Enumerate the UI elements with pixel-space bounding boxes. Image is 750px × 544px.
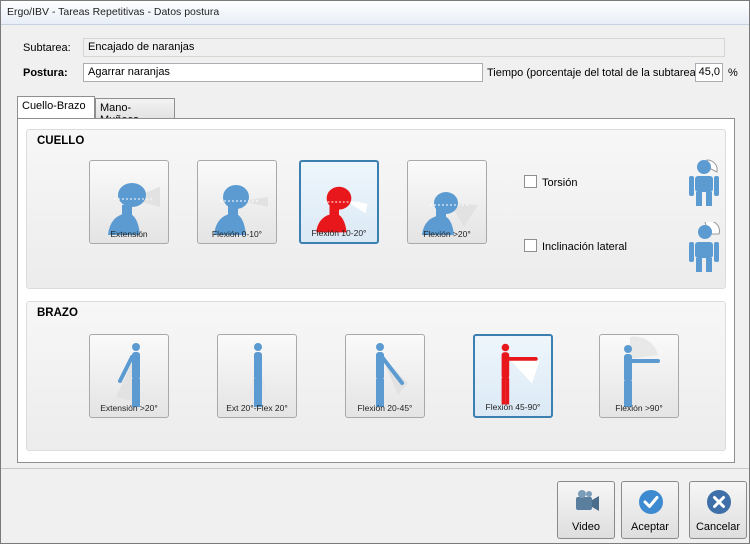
- subtarea-field: Encajado de naranjas: [83, 38, 725, 57]
- arm-extension-over-20-button[interactable]: Extensión >20°: [89, 334, 169, 418]
- cuello-title: CUELLO: [37, 135, 85, 147]
- lateral-tilt-checkbox[interactable]: Inclinación lateral: [524, 239, 627, 253]
- cancel-button-label: Cancelar: [695, 521, 741, 533]
- window-title: Ergo/IBV - Tareas Repetitivas - Datos po…: [7, 6, 220, 18]
- neck-extension-caption: Extensión: [110, 229, 148, 239]
- tab-cuello-brazo[interactable]: Cuello-Brazo: [17, 96, 95, 118]
- arm-flexion-over-90-button[interactable]: Flexión >90°: [599, 334, 679, 418]
- subtarea-label: Subtarea:: [23, 42, 71, 54]
- neck-flexion-10-20-button[interactable]: Flexión 10-20°: [299, 160, 379, 244]
- video-button-label: Video: [572, 521, 600, 533]
- footer-divider: [1, 468, 749, 469]
- neck-flexion-10-20-caption: Flexión 10-20°: [311, 228, 367, 238]
- arm-flexion-20-45-button[interactable]: Flexión 20-45°: [345, 334, 425, 418]
- postura-label: Postura:: [23, 67, 68, 79]
- checkmark-icon: [639, 490, 663, 514]
- arm-flexion-45-90-caption: Flexión 45-90°: [485, 402, 541, 412]
- arm-flexion-over-90-caption: Flexión >90°: [615, 403, 663, 413]
- brazo-title: BRAZO: [37, 307, 78, 319]
- neck-flexion-0-10-button[interactable]: Flexión 0-10°: [197, 160, 277, 244]
- video-camera-icon: [576, 490, 599, 511]
- close-icon: [707, 490, 731, 514]
- tab-mano-muneca[interactable]: Mano-Muñeca: [95, 98, 175, 126]
- lateral-tilt-checkbox-box[interactable]: [524, 239, 537, 252]
- neck-flexion-over-20-button[interactable]: Flexión >20°: [407, 160, 487, 244]
- torsion-checkbox[interactable]: Torsión: [524, 175, 577, 189]
- neck-extension-button[interactable]: Extensión: [89, 160, 169, 244]
- postura-input[interactable]: Agarrar naranjas: [83, 63, 483, 82]
- cancel-button[interactable]: Cancelar: [689, 481, 747, 539]
- accept-button-label: Aceptar: [631, 521, 669, 533]
- arm-neutral-caption: Ext 20°-Flex 20°: [226, 403, 288, 413]
- tab-panel-cuello-brazo: CUELLO Extensión Flexión 0-10° Flexión 1…: [17, 118, 735, 463]
- arm-flexion-45-90-button[interactable]: Flexión 45-90°: [473, 334, 553, 418]
- title-bar: Ergo/IBV - Tareas Repetitivas - Datos po…: [1, 1, 749, 25]
- posture-dialog: Ergo/IBV - Tareas Repetitivas - Datos po…: [0, 0, 750, 544]
- tiempo-input[interactable]: 45,0: [695, 63, 723, 82]
- torsion-label: Torsión: [542, 177, 578, 189]
- neck-flexion-over-20-caption: Flexión >20°: [423, 229, 471, 239]
- arm-flexion-20-45-caption: Flexión 20-45°: [357, 403, 413, 413]
- arm-extension-over-20-caption: Extensión >20°: [100, 403, 158, 413]
- accept-button[interactable]: Aceptar: [621, 481, 679, 539]
- lateral-tilt-label: Inclinación lateral: [542, 241, 627, 253]
- torsion-checkbox-box[interactable]: [524, 175, 537, 188]
- tiempo-label: Tiempo (porcentaje del total de la subta…: [487, 67, 703, 79]
- neck-flexion-0-10-caption: Flexión 0-10°: [211, 229, 263, 239]
- neck-tilt-icon: [689, 222, 720, 272]
- arm-neutral-button[interactable]: Ext 20°-Flex 20°: [217, 334, 297, 418]
- cuello-group: CUELLO Extensión Flexión 0-10° Flexión 1…: [26, 129, 726, 289]
- neck-twist-icon: [689, 159, 719, 206]
- video-button[interactable]: Video: [557, 481, 615, 539]
- tiempo-unit: %: [728, 67, 738, 79]
- brazo-group: BRAZO Extensión >20° Ext 20°-Flex 20° Fl…: [26, 301, 726, 451]
